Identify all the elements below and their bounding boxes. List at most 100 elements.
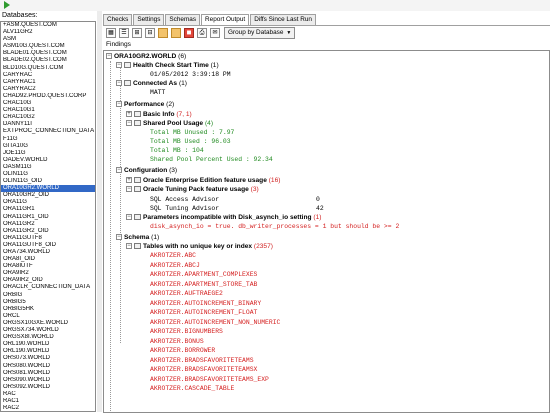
database-list-item[interactable]: BLADE01.QUEST.COM: [1, 50, 95, 57]
collapse-toggle-icon[interactable]: −: [116, 80, 122, 87]
expand-all-icon[interactable]: ⊞: [132, 28, 142, 38]
grid-view-icon[interactable]: ▦: [106, 28, 116, 38]
tree-node-params[interactable]: − Parameters incompatible with Disk_async…: [126, 214, 321, 222]
database-list-item[interactable]: BLADE02.QUEST.COM: [1, 57, 95, 64]
table-row[interactable]: AKROTZER.APARTMENT_COMPLEXES: [150, 271, 257, 279]
database-list-item[interactable]: RAC: [1, 391, 95, 398]
table-row[interactable]: AKROTZER.BRADSFAVORITETEAMSX: [150, 366, 257, 374]
collapse-toggle-icon[interactable]: −: [126, 243, 132, 250]
tree-node-connected-as[interactable]: − Connected As (1): [116, 80, 187, 88]
database-list-item[interactable]: ORA11G: [1, 199, 95, 206]
save-icon[interactable]: [171, 28, 181, 38]
database-list-item[interactable]: ORL190.WORLD: [1, 341, 95, 348]
expand-toggle-icon[interactable]: +: [126, 177, 132, 184]
tree-node-schema[interactable]: − Schema (1): [116, 234, 159, 242]
collapse-all-icon[interactable]: ⊟: [145, 28, 155, 38]
database-list-item[interactable]: ORS073.WORLD: [1, 355, 95, 362]
database-list-item[interactable]: ORGSX734.WORLD: [1, 327, 95, 334]
print-icon[interactable]: ⎙: [197, 28, 207, 38]
collapse-toggle-icon[interactable]: −: [126, 186, 132, 193]
database-list-item[interactable]: CARYRAC2: [1, 86, 95, 93]
tab-schemas[interactable]: Schemas: [165, 14, 201, 25]
database-list-item[interactable]: ORS080.WORLD: [1, 363, 95, 370]
table-row[interactable]: AKROTZER.BRADSFAVORITETEAMS: [150, 357, 254, 365]
database-list-item[interactable]: F11G: [1, 136, 95, 143]
database-list-item[interactable]: CHAD92.PROD.QUEST.CORP: [1, 93, 95, 100]
table-row[interactable]: AKROTZER.AUTOINCREMENT_NON_NUMERIC: [150, 319, 280, 327]
table-row[interactable]: AKROTZER.AUTOINCREMENT_FLOAT: [150, 309, 257, 317]
collapse-toggle-icon[interactable]: −: [126, 214, 132, 221]
database-list-item[interactable]: CARYRAC: [1, 72, 95, 79]
database-list-item[interactable]: RAC1: [1, 398, 95, 405]
tab-checks[interactable]: Checks: [103, 14, 133, 25]
database-list-item[interactable]: OASM11G: [1, 164, 95, 171]
database-list-item[interactable]: ORA8I_OID: [1, 256, 95, 263]
table-row[interactable]: AKROTZER.BRADSFAVORITETEAMS_EXP: [150, 376, 269, 384]
database-list-item[interactable]: ORA11GUTF8: [1, 235, 95, 242]
tree-node-performance[interactable]: − Performance (2): [116, 101, 174, 109]
database-list-item[interactable]: CARYRAC1: [1, 79, 95, 86]
table-row[interactable]: AKROTZER.ABC: [150, 252, 196, 260]
table-row[interactable]: AKROTZER.AUTOINCREMENT_BINARY: [150, 300, 261, 308]
tree-node-basic-info[interactable]: + Basic Info (7, 1): [126, 111, 192, 119]
tree-node-tables[interactable]: − Tables with no unique key or index (235…: [126, 243, 273, 251]
table-row[interactable]: AKROTZER.AUFTRAEGE2: [150, 290, 223, 298]
database-list-item[interactable]: ASM10G.QUEST.COM: [1, 43, 95, 50]
collapse-toggle-icon[interactable]: −: [116, 234, 122, 241]
database-list-item[interactable]: BLD10G.QUEST.COM: [1, 65, 95, 72]
database-list-item[interactable]: ORA9IR2: [1, 270, 95, 277]
database-list-item[interactable]: EXTPROC_CONNECTION_DATA: [1, 128, 95, 135]
database-list-item[interactable]: ORA10GR2_OID: [1, 192, 95, 199]
database-list-item[interactable]: RAC2: [1, 405, 95, 411]
database-list-item[interactable]: OADEV.WORLD: [1, 157, 95, 164]
database-list-item[interactable]: CRAC10G1: [1, 107, 95, 114]
email-icon[interactable]: ✉: [210, 28, 220, 38]
collapse-toggle-icon[interactable]: −: [106, 53, 112, 60]
database-list-item[interactable]: OLIN11G: [1, 171, 95, 178]
database-list-item[interactable]: ALV11GR2: [1, 29, 95, 36]
database-list-item[interactable]: DANNY11I: [1, 121, 95, 128]
database-list-item[interactable]: ORA11GR1_OID: [1, 214, 95, 221]
database-list-item[interactable]: CRAC10G: [1, 100, 95, 107]
database-list-item[interactable]: ORA734.WORLD: [1, 249, 95, 256]
database-list-item[interactable]: GITA10G: [1, 143, 95, 150]
database-list-item[interactable]: ORBIG5: [1, 299, 95, 306]
database-list-item[interactable]: ORS092.WORLD: [1, 384, 95, 391]
database-list-item[interactable]: ORA11GR1: [1, 206, 95, 213]
tree-node-configuration[interactable]: − Configuration (3): [116, 167, 177, 175]
run-icon[interactable]: [4, 1, 10, 9]
table-row[interactable]: AKROTZER.CASCADE_TABLE: [150, 385, 234, 393]
panel-splitter[interactable]: [97, 11, 102, 412]
database-list-item[interactable]: ORA11GUTF8_OID: [1, 242, 95, 249]
database-list-item[interactable]: ORACLR_CONNECTION_DATA: [1, 284, 95, 291]
database-list-item[interactable]: ORA9IR2_OID: [1, 277, 95, 284]
database-list-item[interactable]: CRAC10G2: [1, 114, 95, 121]
list-view-icon[interactable]: ☰: [119, 28, 129, 38]
table-row[interactable]: AKROTZER.APARTMENT_STORE_TAB: [150, 281, 257, 289]
database-list-item[interactable]: ORA10GR2.WORLD: [1, 185, 95, 193]
collapse-toggle-icon[interactable]: −: [126, 120, 132, 127]
tab-diffs-since-last-run[interactable]: Diffs Since Last Run: [250, 14, 316, 25]
export-icon[interactable]: ◼: [184, 28, 194, 38]
database-list[interactable]: +ASM.QUEST.COM ALV11GR2 ASM ASM10G.QUEST.CO…: [0, 21, 96, 412]
database-list-item[interactable]: ORA11GR2_OID: [1, 228, 95, 235]
collapse-toggle-icon[interactable]: −: [116, 101, 122, 108]
database-list-item[interactable]: ORL190.WORLD: [1, 348, 95, 355]
tree-root-node[interactable]: − ORA10GR2.WORLD (6): [106, 53, 186, 61]
collapse-toggle-icon[interactable]: −: [116, 167, 122, 174]
database-list-item[interactable]: ORA11GR2: [1, 221, 95, 228]
tree-node-oee[interactable]: + Oracle Enterprise Edition feature usage…: [126, 177, 280, 185]
database-list-item[interactable]: ORS090.WORLD: [1, 377, 95, 384]
database-list-item[interactable]: ORBIG5HK: [1, 306, 95, 313]
expand-toggle-icon[interactable]: +: [126, 111, 132, 118]
collapse-toggle-icon[interactable]: −: [116, 62, 122, 69]
table-row[interactable]: AKROTZER.BORROWER: [150, 347, 215, 355]
table-row[interactable]: AKROTZER.BIGNUMBERS: [150, 328, 223, 336]
database-list-item[interactable]: ORA8IUTF: [1, 263, 95, 270]
open-folder-icon[interactable]: [158, 28, 168, 38]
database-list-item[interactable]: ORGSX10GXE.WORLD: [1, 320, 95, 327]
tab-settings[interactable]: Settings: [133, 14, 165, 25]
tree-node-shared-pool[interactable]: − Shared Pool Usage (4): [126, 120, 213, 128]
table-row[interactable]: AKROTZER.ABCJ: [150, 262, 200, 270]
group-by-dropdown[interactable]: Group by Database ▼: [224, 27, 296, 39]
